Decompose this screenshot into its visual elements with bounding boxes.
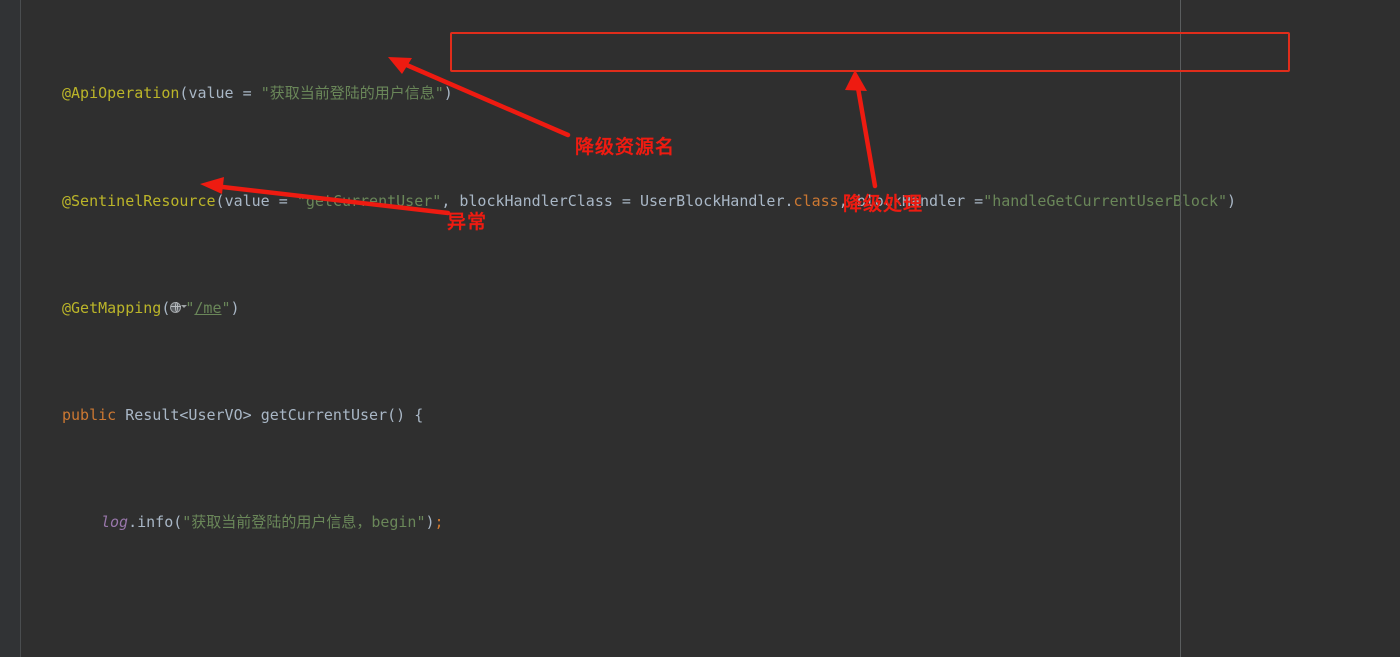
api-operation-value: "获取当前登陆的用户信息" bbox=[260, 84, 444, 103]
method-name: getCurrentUser bbox=[260, 405, 388, 424]
chevron-down-icon bbox=[181, 304, 188, 308]
code-line-2: @SentinelResource(value = "getCurrentUse… bbox=[62, 191, 1237, 210]
editor-left-gutter[interactable] bbox=[0, 0, 21, 657]
annotation-label-resource-name: 降级资源名 bbox=[575, 136, 676, 158]
sentinel-resource-value: "getCurrentUser" bbox=[296, 191, 442, 210]
sentinel-resource-annotation: @SentinelResource bbox=[62, 191, 216, 210]
right-margin-guide bbox=[1180, 0, 1181, 657]
code-line-5: log.info("获取当前登陆的用户信息，begin"); bbox=[101, 513, 444, 532]
code-editor-screenshot: @ApiOperation(value = "获取当前登陆的用户信息") @Se… bbox=[0, 0, 1400, 657]
log-message: "获取当前登陆的用户信息，begin" bbox=[182, 513, 426, 532]
code-line-3: @GetMapping("/me") bbox=[62, 298, 240, 317]
api-operation-annotation: @ApiOperation bbox=[62, 84, 180, 103]
get-mapping-annotation: @GetMapping bbox=[62, 298, 162, 317]
code-line-1: @ApiOperation(value = "获取当前登陆的用户信息") bbox=[62, 84, 453, 103]
code-line-6-blank bbox=[22, 616, 1236, 643]
annotation-label-degrade-handling: 降级处理 bbox=[843, 193, 924, 215]
web-globe-icon[interactable] bbox=[170, 301, 188, 315]
block-handler-value: "handleGetCurrentUserBlock" bbox=[983, 191, 1228, 210]
block-handler-class-value: UserBlockHandler bbox=[640, 191, 785, 210]
editor-surface[interactable]: @ApiOperation(value = "获取当前登陆的用户信息") @Se… bbox=[22, 0, 1400, 657]
mapping-path-link[interactable]: /me bbox=[194, 299, 221, 317]
log-variable: log bbox=[101, 513, 129, 532]
annotation-label-exception: 异常 bbox=[447, 211, 488, 233]
code-line-4: public Result<UserVO> getCurrentUser() { bbox=[62, 405, 424, 424]
source-code-block[interactable]: @ApiOperation(value = "获取当前登陆的用户信息") @Se… bbox=[22, 0, 1236, 657]
